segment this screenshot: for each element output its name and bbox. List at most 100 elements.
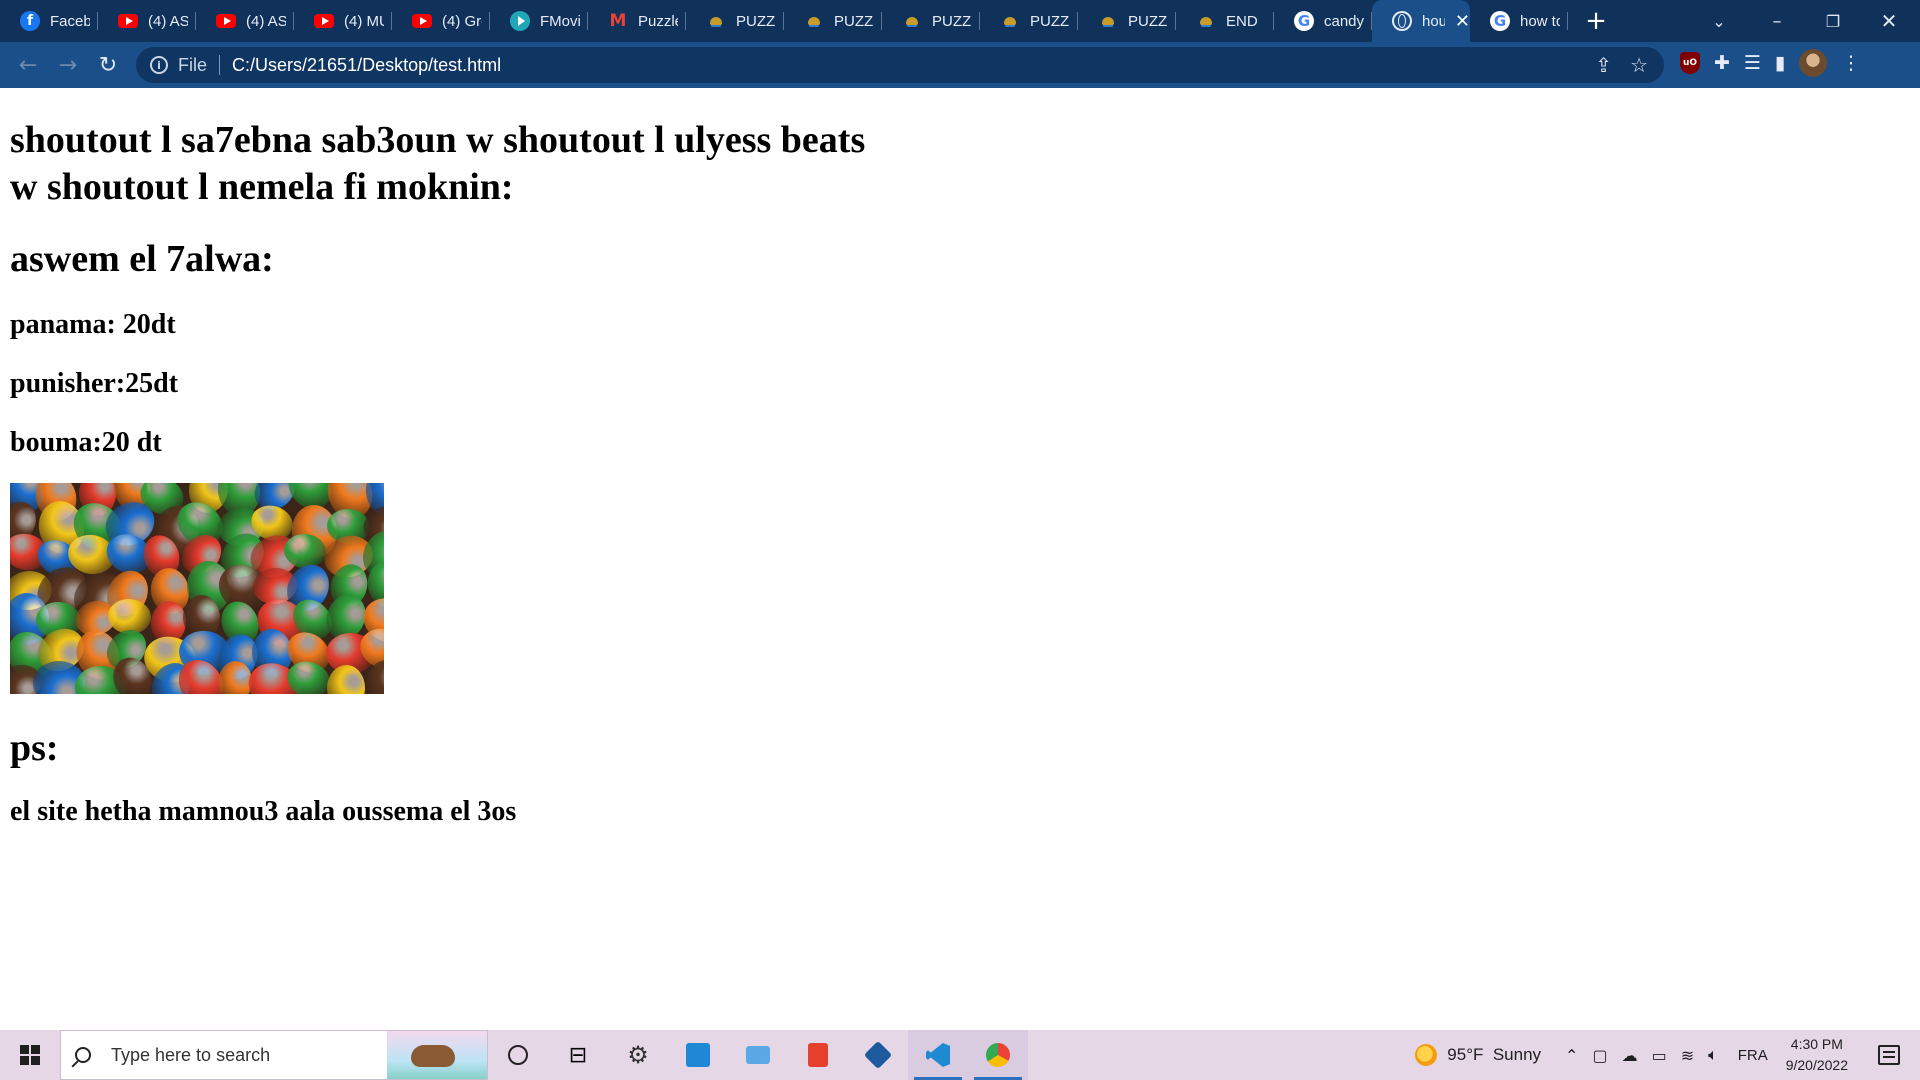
browser-tab[interactable]: M Puzzles (588, 0, 686, 42)
tab-list: f Facebook (4) ASMR (4) ASMR (4) MUSIC (4) Gr… (0, 0, 1568, 42)
chrome-icon[interactable] (968, 1030, 1028, 1080)
browser-toolbar: ← → ↻ i File C:/Users/21651/Desktop/test… (0, 42, 1920, 88)
clock[interactable]: 4:30 PM 9/20/2022 (1786, 1034, 1848, 1076)
address-bar[interactable]: i File C:/Users/21651/Desktop/test.html … (136, 47, 1664, 83)
settings-gear-icon[interactable]: ⚙ (608, 1030, 668, 1080)
share-icon[interactable]: ⇪ (1595, 53, 1612, 77)
new-tab-button[interactable]: + (1568, 0, 1624, 42)
search-highlight-illustration (387, 1031, 487, 1079)
youtube-icon (216, 14, 236, 28)
weather-condition: Sunny (1492, 1045, 1542, 1064)
browser-tab[interactable]: Ghow to (1470, 0, 1568, 42)
tab-title: PUZZLE (736, 12, 776, 30)
browser-tab[interactable]: PUZZLE (882, 0, 980, 42)
page-heading: shoutout l sa7ebna sab3oun w shoutout l … (10, 117, 950, 211)
browser-tab[interactable]: Gcandy - (1274, 0, 1372, 42)
browser-tab[interactable]: PUZZLE (686, 0, 784, 42)
profile-avatar[interactable] (1799, 49, 1828, 77)
browser-tab[interactable]: END (1176, 0, 1274, 42)
ublock-extension-icon[interactable]: uO (1680, 52, 1700, 74)
puzzle-icon (1196, 11, 1216, 31)
browser-tab[interactable]: PUZZLE (1078, 0, 1176, 42)
browser-tab[interactable]: (4) ASMR (98, 0, 196, 42)
media-controls-icon[interactable]: ☰ (1744, 52, 1761, 74)
tab-title: candy - (1324, 12, 1364, 30)
minimize-icon[interactable]: – (1750, 0, 1804, 42)
tab-title: (4) ASMR (148, 12, 188, 30)
start-button[interactable] (0, 1030, 60, 1080)
weather-widget[interactable]: 95°F Sunny (1447, 1045, 1541, 1065)
section-subheading: aswem el 7alwa: (10, 238, 274, 280)
back-icon[interactable]: ← (8, 45, 48, 85)
windows-logo-icon (20, 1045, 40, 1065)
wifi-icon[interactable]: ≋ (1681, 1046, 1694, 1065)
onedrive-cloud-icon[interactable]: ☁ (1622, 1046, 1638, 1065)
browser-tab[interactable]: FMovies (490, 0, 588, 42)
tab-title: (4) MUSIC (344, 12, 384, 30)
tab-title: hou (1422, 12, 1445, 30)
price-item: punisher:25dt (10, 368, 179, 399)
ps-text: el site hetha mamnou3 aala oussema el 3o… (10, 796, 517, 827)
weather-temp: 95°F (1447, 1045, 1484, 1064)
laptop-app-icon[interactable] (728, 1030, 788, 1080)
divider (219, 55, 221, 75)
browser-tab[interactable]: (4) ASMR (196, 0, 294, 42)
puzzle-icon (1000, 11, 1020, 31)
remote-desktop-icon[interactable] (668, 1030, 728, 1080)
menu-kebab-icon[interactable]: ⋮ (1841, 52, 1860, 74)
tab-title: PUZZLE (1030, 12, 1070, 30)
side-panel-icon[interactable]: ▮ (1775, 52, 1785, 74)
tab-search-icon[interactable]: ⌄ (1692, 0, 1746, 42)
browser-tab[interactable]: PUZZLE (784, 0, 882, 42)
tab-title: PUZZLE (1128, 12, 1168, 30)
show-hidden-icons-chevron-icon[interactable]: ⌃ (1565, 1046, 1578, 1065)
ps-heading: ps: (10, 727, 59, 769)
tab-title: Facebook (50, 12, 90, 30)
clock-date: 9/20/2022 (1785, 1057, 1848, 1073)
windows-taskbar: Type here to search ⊟ ⚙ 95°F Sunny ⌃ ▢ ☁… (0, 1030, 1920, 1080)
facebook-icon: f (20, 11, 40, 31)
tab-strip: f Facebook (4) ASMR (4) ASMR (4) MUSIC (4) Gr… (0, 0, 1920, 42)
forward-icon[interactable]: → (48, 45, 88, 85)
browser-tab[interactable]: hou ✕ (1372, 0, 1470, 42)
url-text[interactable]: C:/Users/21651/Desktop/test.html (232, 55, 501, 76)
extensions-puzzle-icon[interactable]: ✚ (1714, 52, 1730, 74)
task-view-icon[interactable]: ⊟ (548, 1030, 608, 1080)
vscode-icon[interactable] (908, 1030, 968, 1080)
browser-tab[interactable]: (4) MUSIC (294, 0, 392, 42)
youtube-icon (314, 14, 334, 28)
search-placeholder: Type here to search (111, 1044, 271, 1065)
virtualbox-icon[interactable] (848, 1030, 908, 1080)
tab-separator (1567, 12, 1568, 30)
input-language[interactable]: FRA (1738, 1047, 1768, 1064)
system-tray: 95°F Sunny ⌃ ▢ ☁ ▭ ≋ 🔈︎ FRA 4:30 PM 9/20… (1415, 1030, 1920, 1080)
tab-title: FMovies (540, 12, 580, 30)
notifications-icon[interactable] (1878, 1045, 1900, 1065)
heading-line-1: shoutout l sa7ebna sab3oun w shoutout l … (10, 119, 866, 161)
candy-image (10, 483, 384, 694)
taskbar-search[interactable]: Type here to search (60, 1030, 488, 1080)
youtube-icon (412, 14, 432, 28)
tab-title: PUZZLE (834, 12, 874, 30)
cortana-icon[interactable] (488, 1030, 548, 1080)
tab-title: PUZZLE (932, 12, 972, 30)
volume-icon[interactable]: 🔈︎ (1708, 1045, 1718, 1065)
browser-tab[interactable]: (4) Great (392, 0, 490, 42)
tab-title: (4) ASMR (246, 12, 286, 30)
site-info-icon[interactable]: i (150, 56, 168, 74)
bookmark-star-icon[interactable]: ☆ (1630, 53, 1648, 77)
meet-now-icon[interactable]: ▢ (1592, 1046, 1607, 1065)
globe-icon (1392, 11, 1412, 31)
price-item: panama: 20dt (10, 309, 176, 340)
heading-line-2: w shoutout l nemela fi moknin: (10, 166, 514, 208)
search-icon (75, 1047, 91, 1063)
close-window-icon[interactable]: ✕ (1862, 0, 1916, 42)
battery-icon[interactable]: ▭ (1652, 1046, 1667, 1065)
tab-close-icon[interactable]: ✕ (1455, 12, 1470, 30)
reload-icon[interactable]: ↻ (88, 45, 128, 85)
office-icon[interactable] (788, 1030, 848, 1080)
browser-tab[interactable]: PUZZLE (980, 0, 1078, 42)
restore-icon[interactable]: ❐ (1806, 0, 1860, 42)
browser-tab[interactable]: f Facebook (0, 0, 98, 42)
google-icon: G (1294, 11, 1314, 31)
